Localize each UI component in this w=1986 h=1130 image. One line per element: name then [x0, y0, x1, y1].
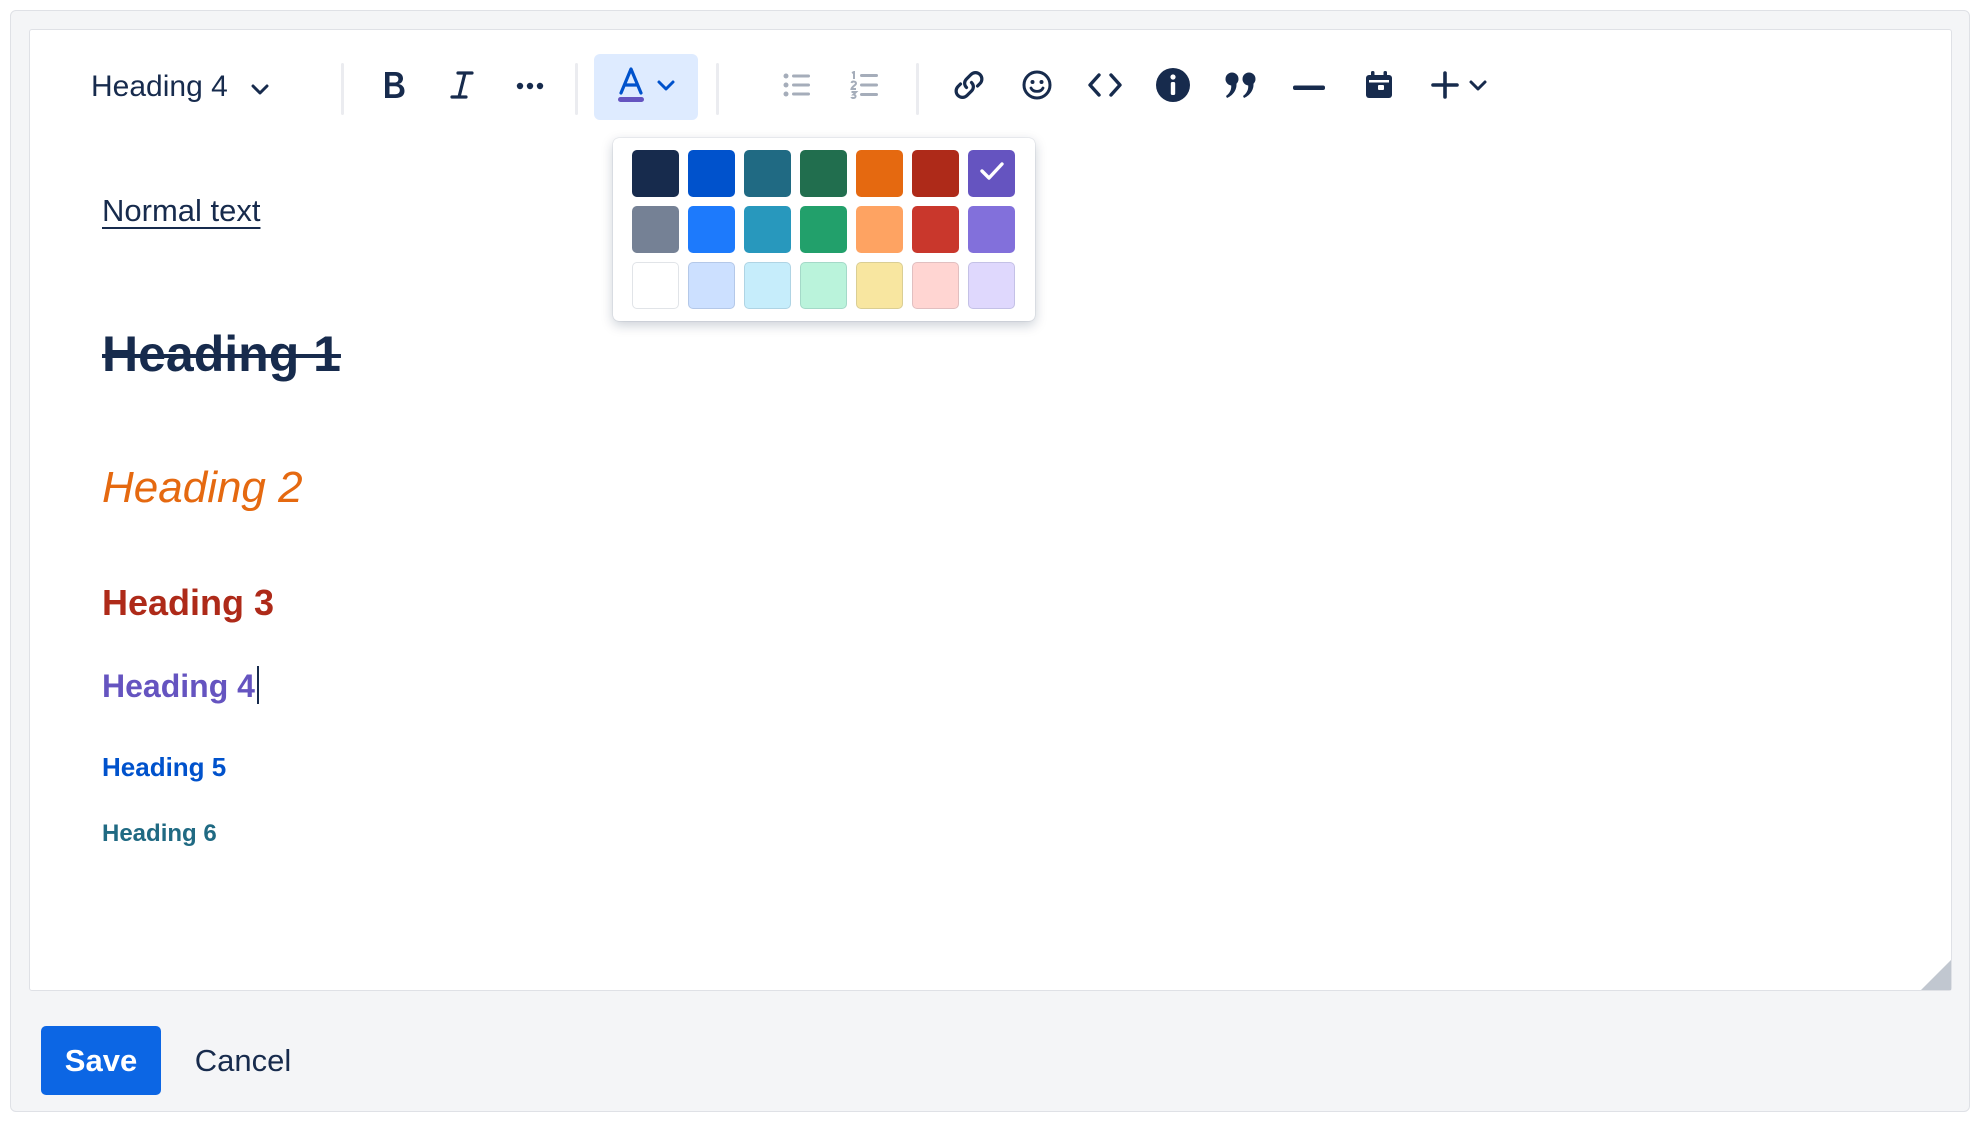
formatting-toolbar: Heading 4 — [30, 30, 1951, 138]
check-icon — [979, 160, 1005, 187]
numbered-list-icon — [850, 69, 880, 104]
calendar-icon — [1364, 70, 1394, 105]
bullet-list-button[interactable] — [768, 58, 826, 116]
code-button[interactable] — [1076, 58, 1134, 116]
resize-handle[interactable] — [1921, 960, 1951, 990]
color-swatch[interactable] — [856, 262, 903, 309]
heading-4-line[interactable]: Heading 4 — [102, 666, 259, 705]
more-formatting-button[interactable] — [501, 58, 559, 116]
heading-1-line[interactable]: Heading 1 — [102, 325, 341, 383]
bold-button[interactable] — [365, 58, 423, 116]
bullet-list-icon — [782, 72, 812, 103]
color-swatch[interactable] — [912, 206, 959, 253]
color-swatch[interactable] — [800, 262, 847, 309]
color-swatch[interactable] — [968, 150, 1015, 197]
toolbar-separator — [575, 63, 578, 115]
save-button[interactable]: Save — [41, 1026, 161, 1095]
text-color-icon — [616, 66, 646, 108]
color-swatch[interactable] — [800, 206, 847, 253]
quote-button[interactable] — [1212, 58, 1270, 116]
color-swatch[interactable] — [632, 150, 679, 197]
color-swatch[interactable] — [968, 262, 1015, 309]
info-panel-button[interactable] — [1144, 58, 1202, 116]
link-icon — [953, 69, 985, 106]
editor-container: Heading 4 Normal text Heading 1 Heading … — [10, 10, 1970, 1112]
cancel-button[interactable]: Cancel — [176, 1026, 310, 1095]
text-color-button[interactable] — [594, 54, 698, 120]
toolbar-separator — [916, 63, 919, 115]
quote-icon — [1224, 70, 1258, 105]
chevron-down-icon — [656, 78, 676, 97]
toolbar-separator — [341, 63, 344, 115]
text-color-palette — [613, 138, 1035, 321]
color-swatch[interactable] — [688, 262, 735, 309]
more-icon — [515, 78, 545, 96]
italic-icon — [447, 69, 477, 106]
color-swatch[interactable] — [744, 262, 791, 309]
numbered-list-button[interactable] — [836, 58, 894, 116]
color-swatch[interactable] — [632, 206, 679, 253]
color-swatch[interactable] — [856, 150, 903, 197]
normal-text-line[interactable]: Normal text — [102, 193, 260, 229]
color-swatch[interactable] — [912, 262, 959, 309]
color-swatch[interactable] — [856, 206, 903, 253]
color-swatch[interactable] — [688, 150, 735, 197]
plus-icon — [1430, 70, 1460, 105]
divider-button[interactable] — [1280, 58, 1338, 116]
color-swatch[interactable] — [968, 206, 1015, 253]
rich-text-editor[interactable]: Heading 4 Normal text Heading 1 Heading … — [29, 29, 1952, 991]
color-swatch[interactable] — [800, 150, 847, 197]
heading-3-line[interactable]: Heading 3 — [102, 582, 274, 624]
color-swatch[interactable] — [912, 150, 959, 197]
link-button[interactable] — [940, 58, 998, 116]
heading-style-select[interactable]: Heading 4 — [75, 58, 305, 116]
heading-5-line[interactable]: Heading 5 — [102, 752, 226, 783]
text-cursor — [256, 666, 259, 704]
divider-icon — [1293, 78, 1325, 96]
code-icon — [1087, 71, 1123, 104]
color-swatch[interactable] — [688, 206, 735, 253]
emoji-button[interactable] — [1008, 58, 1066, 116]
insert-menu-button[interactable] — [1418, 58, 1500, 116]
chevron-down-icon — [1468, 78, 1488, 97]
heading-2-line[interactable]: Heading 2 — [102, 463, 303, 513]
color-swatch[interactable] — [632, 262, 679, 309]
heading-style-label: Heading 4 — [91, 70, 228, 103]
info-icon — [1155, 67, 1191, 108]
heading-6-line[interactable]: Heading 6 — [102, 820, 217, 848]
toolbar-separator — [716, 63, 719, 115]
color-swatch[interactable] — [744, 150, 791, 197]
color-swatch[interactable] — [744, 206, 791, 253]
chevron-down-icon — [250, 70, 270, 104]
italic-button[interactable] — [433, 58, 491, 116]
bold-icon — [379, 69, 409, 106]
emoji-icon — [1021, 69, 1053, 106]
heading-4-text: Heading 4 — [102, 668, 255, 704]
date-button[interactable] — [1350, 58, 1408, 116]
